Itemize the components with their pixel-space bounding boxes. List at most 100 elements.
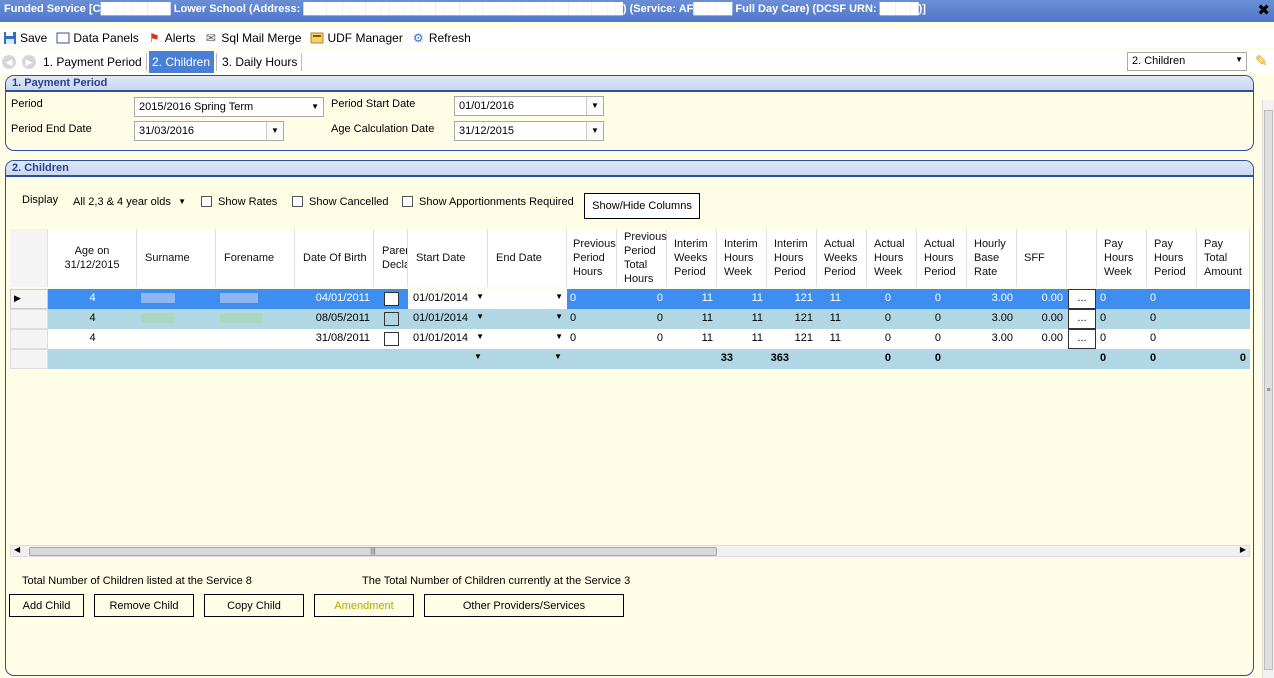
show-rates-checkbox[interactable] — [201, 196, 212, 207]
cell-pay-hours-week[interactable]: 0 — [1100, 329, 1140, 349]
horizontal-scroll-thumb[interactable]: ||| — [29, 547, 717, 556]
cell-sff[interactable]: 0.00 — [1017, 309, 1067, 329]
back-arrow-icon[interactable]: ◀ — [2, 55, 16, 69]
cell-hourly-base-rate[interactable]: 3.00 — [967, 289, 1017, 309]
cell-actual-weeks-period[interactable]: 11 — [817, 289, 867, 309]
tab-payment-period[interactable]: 1. Payment Period — [40, 51, 145, 73]
column-header-interim-hours-week[interactable]: Interim Hours Week — [717, 229, 767, 287]
cell-sff[interactable]: 0.00 — [1017, 289, 1067, 309]
cell-pay-hours-week[interactable]: 0 — [1100, 289, 1140, 309]
cell-pay-hours-period[interactable]: 0 — [1150, 289, 1190, 309]
table-row[interactable]: 4 08/05/2011 01/01/2014 ▼ ▼ 0 0 11 11 12… — [10, 309, 1250, 329]
row-selector[interactable] — [10, 309, 48, 329]
tab-daily-hours[interactable]: 3. Daily Hours — [219, 51, 300, 73]
cell-interim-hours-week[interactable]: 11 — [717, 329, 767, 349]
other-providers-button[interactable]: Other Providers/Services — [424, 594, 624, 617]
cell-previous-period-hours[interactable]: 0 — [570, 309, 600, 329]
column-header-age[interactable]: Age on 31/12/2015 — [48, 229, 137, 287]
row-selector-arrow-icon[interactable]: ▶ — [10, 289, 48, 309]
cell-pay-hours-week[interactable]: 0 — [1100, 309, 1140, 329]
parent-declaration-checkbox[interactable] — [384, 292, 399, 306]
period-select[interactable]: 2015/2016 Spring Term ▼ — [134, 97, 324, 117]
cell-previous-period-total-hours[interactable]: 0 — [617, 329, 667, 349]
cell-previous-period-hours[interactable]: 0 — [570, 329, 600, 349]
ellipsis-button[interactable]: ... — [1068, 309, 1096, 329]
chevron-down-icon[interactable]: ▼ — [555, 312, 563, 321]
horizontal-scrollbar[interactable]: ◀ ||| ▶ — [10, 545, 1250, 557]
cell-start-date[interactable]: 01/01/2014 ▼ — [408, 309, 488, 329]
row-selector[interactable] — [10, 329, 48, 349]
cell-dob[interactable]: 08/05/2011 — [298, 309, 370, 329]
cell-pay-hours-period[interactable]: 0 — [1150, 309, 1190, 329]
cell-interim-hours-period[interactable]: 121 — [767, 329, 817, 349]
cell-interim-weeks-period[interactable]: 11 — [667, 289, 717, 309]
show-cancelled-checkbox[interactable] — [292, 196, 303, 207]
chevron-down-icon[interactable]: ▼ — [555, 292, 563, 301]
column-header-end-date[interactable]: End Date — [488, 229, 567, 287]
tab-children[interactable]: 2. Children — [149, 51, 214, 73]
chevron-down-icon[interactable]: ▼ — [474, 349, 482, 369]
cell-interim-hours-week[interactable]: 11 — [717, 289, 767, 309]
column-header-interim-hours-period[interactable]: Interim Hours Period — [767, 229, 817, 287]
cell-interim-weeks-period[interactable]: 11 — [667, 309, 717, 329]
period-start-date-field[interactable]: 01/01/2016 ▼ — [454, 96, 604, 116]
age-calculation-date-field[interactable]: 31/12/2015 ▼ — [454, 121, 604, 141]
ellipsis-button[interactable]: ... — [1068, 289, 1096, 309]
vertical-scrollbar[interactable]: ≡ — [1262, 100, 1274, 678]
column-header-sff[interactable]: SFF — [1017, 229, 1067, 287]
cell-age[interactable]: 4 — [48, 329, 137, 349]
column-header-pay-hours-period[interactable]: Pay Hours Period — [1147, 229, 1197, 287]
scroll-left-arrow-icon[interactable]: ◀ — [14, 545, 20, 554]
cell-age[interactable]: 4 — [48, 309, 137, 329]
cell-interim-hours-period[interactable]: 121 — [767, 289, 817, 309]
show-hide-columns-button[interactable]: Show/Hide Columns — [584, 193, 700, 219]
cell-end-date[interactable]: ▼ — [488, 289, 567, 309]
column-header-parent-declaration[interactable]: Parent Declaration — [374, 229, 408, 287]
column-header-actual-weeks-period[interactable]: Actual Weeks Period — [817, 229, 867, 287]
cell-hourly-base-rate[interactable]: 3.00 — [967, 329, 1017, 349]
cell-interim-hours-period[interactable]: 121 — [767, 309, 817, 329]
column-header-previous-period-hours[interactable]: Previous Period Hours — [567, 229, 617, 287]
sql-mail-merge-button[interactable]: ✉ Sql Mail Merge — [203, 31, 302, 46]
period-end-date-field[interactable]: 31/03/2016 ▼ — [134, 121, 284, 141]
table-row[interactable]: ▶ 4 04/01/2011 01/01/2014 ▼ ▼ 0 0 11 11 … — [10, 289, 1250, 309]
cell-actual-hours-period[interactable]: 0 — [917, 329, 967, 349]
cell-interim-weeks-period[interactable]: 11 — [667, 329, 717, 349]
column-header-start-date[interactable]: Start Date — [408, 229, 488, 287]
cell-actual-hours-week[interactable]: 0 — [867, 329, 917, 349]
cell-end-date[interactable]: ▼ — [488, 309, 567, 329]
cell-previous-period-total-hours[interactable]: 0 — [617, 309, 667, 329]
forward-arrow-icon[interactable]: ▶ — [22, 55, 36, 69]
column-header-interim-weeks-period[interactable]: Interim Weeks Period — [667, 229, 717, 287]
cell-previous-period-hours[interactable]: 0 — [570, 289, 600, 309]
calendar-dropdown-icon[interactable]: ▼ — [266, 122, 283, 140]
data-panels-button[interactable]: Data Panels — [55, 31, 139, 46]
cell-start-date[interactable]: 01/01/2014 ▼ — [408, 329, 488, 349]
cell-pay-hours-period[interactable]: 0 — [1150, 329, 1190, 349]
remove-child-button[interactable]: Remove Child — [94, 594, 194, 617]
table-row[interactable]: 4 31/08/2011 01/01/2014 ▼ ▼ 0 0 11 11 12… — [10, 329, 1250, 349]
column-header-actual-hours-week[interactable]: Actual Hours Week — [867, 229, 917, 287]
udf-manager-button[interactable]: UDF Manager — [309, 31, 403, 46]
refresh-button[interactable]: ⚙ Refresh — [411, 31, 471, 46]
cell-end-date[interactable]: ▼ — [488, 329, 567, 349]
cell-interim-hours-week[interactable]: 11 — [717, 309, 767, 329]
cell-previous-period-total-hours[interactable]: 0 — [617, 289, 667, 309]
column-header-pay-hours-week[interactable]: Pay Hours Week — [1097, 229, 1147, 287]
save-button[interactable]: Save — [2, 31, 47, 46]
column-header-actual-hours-period[interactable]: Actual Hours Period — [917, 229, 967, 287]
calendar-dropdown-icon[interactable]: ▼ — [586, 97, 603, 115]
column-header-forename[interactable]: Forename — [216, 229, 295, 287]
cell-actual-hours-period[interactable]: 0 — [917, 289, 967, 309]
cell-age[interactable]: 4 — [48, 289, 137, 309]
cell-actual-weeks-period[interactable]: 11 — [817, 309, 867, 329]
alerts-button[interactable]: ⚑ Alerts — [147, 31, 196, 46]
parent-declaration-checkbox[interactable] — [384, 332, 399, 346]
column-header-previous-period-total-hours[interactable]: Previous Period Total Hours — [617, 229, 667, 287]
calendar-dropdown-icon[interactable]: ▼ — [586, 122, 603, 140]
close-icon[interactable]: ✖ — [1257, 1, 1270, 19]
chevron-down-icon[interactable]: ▼ — [555, 332, 563, 341]
add-child-button[interactable]: Add Child — [9, 594, 84, 617]
column-header-hourly-base-rate[interactable]: Hourly Base Rate — [967, 229, 1017, 287]
copy-child-button[interactable]: Copy Child — [204, 594, 304, 617]
